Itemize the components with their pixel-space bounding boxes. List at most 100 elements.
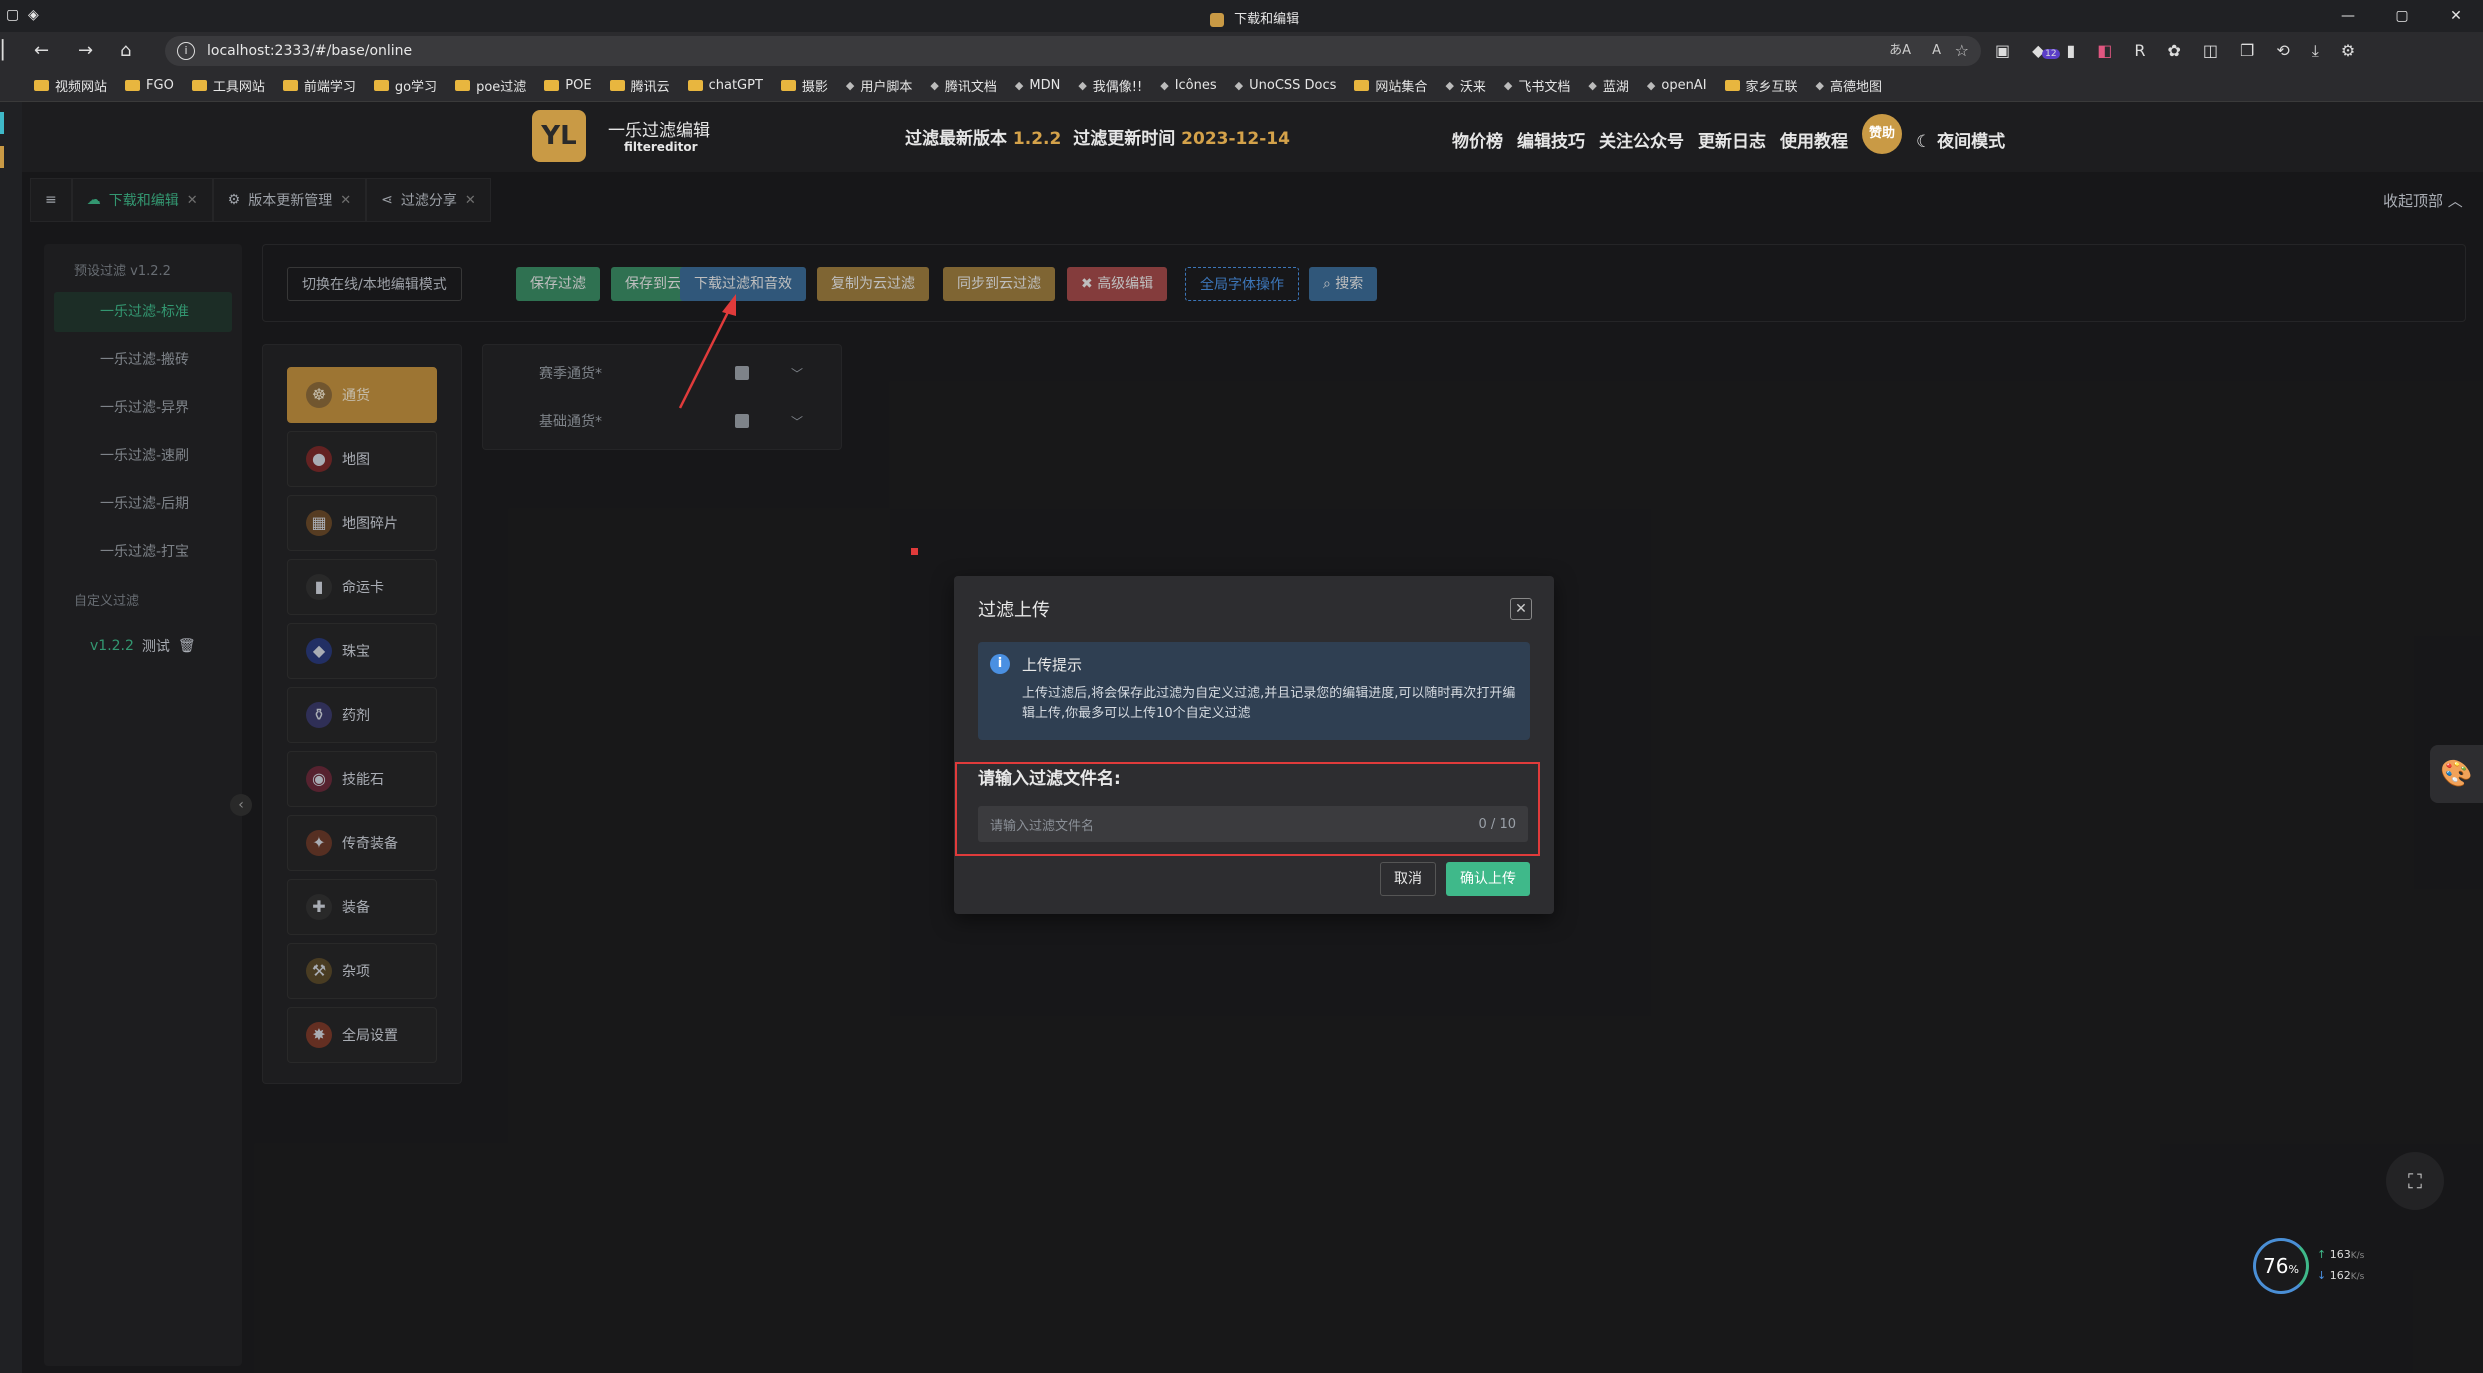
history-icon[interactable]: ⟲ [2276,41,2289,61]
app-logo: YL [532,110,586,162]
site-info-icon[interactable]: i [177,42,195,60]
night-mode-toggle[interactable]: ☾ 夜间模式 [1916,127,2005,152]
folder-icon [34,80,49,91]
bookmark-folder[interactable]: 摄影 [780,76,828,95]
bookmark-link[interactable]: ◆ 蓝湖 [1588,76,1628,95]
folder-icon [191,80,207,91]
nav-tutorial[interactable]: 使用教程 [1780,127,1848,152]
side-strip-indicator [0,146,4,168]
extension-icon[interactable]: ▣ [1995,41,2010,61]
nav-price-list[interactable]: 物价榜 [1452,127,1503,152]
split-screen-icon[interactable]: ◫ [2203,41,2218,61]
bookmark-label: 家乡互联 [1745,80,1798,95]
bookmark-label: 腾讯云 [630,80,670,95]
fullscreen-button[interactable]: ⛶ [2386,1152,2444,1210]
extension-icon[interactable]: R [2134,41,2145,61]
read-aloud-icon[interactable]: A [1932,36,1941,66]
bookmark-folder[interactable]: chatGPT [687,78,763,93]
bookmark-folder[interactable]: POE [544,78,592,93]
bookmark-label: 前端学习 [303,80,356,95]
bookmark-label: 我偶像!! [1092,80,1143,95]
info-icon: i [990,654,1010,674]
usage-unit: % [2288,1263,2299,1276]
bookmark-link[interactable]: ◆ 腾讯文档 [930,76,996,95]
nav-follow[interactable]: 关注公众号 [1599,127,1684,152]
sponsor-avatar[interactable]: 赞助 [1862,114,1902,154]
bookmark-link[interactable]: ◆ 沃来 [1445,76,1485,95]
translate-icon[interactable]: あA [1889,36,1911,66]
palette-icon: 🎨 [2440,759,2473,789]
theme-palette-button[interactable]: 🎨 [2430,745,2483,803]
nav-changelog[interactable]: 更新日志 [1698,127,1766,152]
back-button[interactable]: ← [34,40,49,61]
speed-unit: K/s [2350,1272,2365,1282]
bookmark-link[interactable]: ◆ 高德地图 [1816,76,1882,95]
bookmark-icon: ◆ [1503,79,1513,92]
update-label: 过滤更新时间 [1073,129,1176,149]
usage-gauge: 76% [2253,1238,2309,1294]
minimize-button[interactable]: — [2321,0,2375,32]
sidebar-toggle-icon[interactable]: ▏ [2,40,16,61]
bookmark-link[interactable]: ◆ 我偶像!! [1078,76,1142,95]
bookmark-icon: ◆ [930,79,939,92]
bookmark-folder[interactable]: FGO [125,78,174,93]
upload-speed: 163 [2329,1248,2351,1261]
forward-button[interactable]: → [78,40,93,61]
network-monitor: 76% ↑ 163K/s ↓ 162K/s [2253,1238,2364,1294]
dialog-close-button[interactable]: ✕ [1510,598,1532,620]
nav-edit-tips[interactable]: 编辑技巧 [1517,127,1585,152]
usage-percent: 76 [2263,1254,2289,1278]
bookmark-folder[interactable]: go学习 [373,76,437,95]
bookmark-label: 摄影 [801,80,828,95]
bookmark-link[interactable]: ◆ UnoCSS Docs [1235,78,1337,93]
address-bar[interactable]: i localhost:2333/#/base/online あA A ☆ [165,36,1981,66]
extensions-puzzle-icon[interactable]: ✿ [2168,41,2181,61]
close-window-button[interactable]: ✕ [2429,0,2483,32]
tab-favicon-icon [1210,12,1224,27]
bookmark-label: POE [565,78,592,93]
window-menu-icon[interactable]: ▢ [6,7,19,23]
bookmark-link[interactable]: ◆ Icônes [1160,78,1216,93]
bookmark-label: 沃来 [1459,80,1486,95]
bookmark-label: 腾讯文档 [944,80,997,95]
bookmark-link[interactable]: ◆ 飞书文档 [1504,76,1570,95]
folder-icon [125,80,141,91]
alert-description: 上传过滤后,将会保存此过滤为自定义过滤,并且记录您的编辑进度,可以随时再次打开编… [1022,686,1516,721]
workspaces-icon[interactable]: ◈ [28,7,39,23]
folder-icon [455,80,471,91]
bookmark-folder[interactable]: 家乡互联 [1724,76,1798,95]
version-label: 过滤最新版本 [905,129,1007,149]
char-counter: 0 / 10 [1478,816,1516,832]
bookmark-link[interactable]: ◆ openAI [1647,78,1707,93]
folder-icon [780,80,796,91]
bookmark-link[interactable]: ◆ 用户脚本 [846,76,912,95]
window-title-bar: ▢ ◈ 下载和编辑 — ▢ ✕ [0,0,2483,32]
bookmark-label: 高德地图 [1830,80,1883,95]
bookmark-folder[interactable]: 网站集合 [1354,76,1427,95]
collections-icon[interactable]: ❐ [2240,41,2254,61]
extension-icon[interactable]: ◧ [2097,41,2112,61]
bookmark-folder[interactable]: 视频网站 [34,76,107,95]
alert-title: 上传提示 [1022,656,1083,674]
upload-dialog: 过滤上传 ✕ i 上传提示 上传过滤后,将会保存此过滤为自定义过滤,并且记录您的… [954,576,1554,914]
filename-input[interactable]: 请输入过滤文件名 0 / 10 [978,806,1528,842]
cancel-button[interactable]: 取消 [1380,862,1436,896]
maximize-button[interactable]: ▢ [2375,0,2429,32]
bookmark-link[interactable]: ◆ MDN [1015,78,1060,93]
bookmark-folder[interactable]: 腾讯云 [609,76,670,95]
browser-toolbar: ▏ ← → ⌂ ↻ i localhost:2333/#/base/online… [0,32,2483,70]
extension-badge-icon[interactable]: ◆ 12 [2032,41,2060,61]
extension-icon[interactable]: ▮ [2066,41,2075,61]
bookmark-label: 工具网站 [212,80,265,95]
confirm-upload-button[interactable]: 确认上传 [1446,862,1530,896]
download-icon[interactable]: ⤓ [2312,41,2319,61]
bookmark-folder[interactable]: poe过滤 [455,76,526,95]
bookmark-folder[interactable]: 前端学习 [282,76,356,95]
bookmark-icon: ◆ [1588,79,1597,92]
bookmark-folder[interactable]: 工具网站 [191,76,265,95]
bookmark-label: openAI [1661,78,1707,93]
home-icon[interactable]: ⌂ [120,40,131,61]
settings-icon[interactable]: ⚙ [2341,41,2355,61]
favorite-star-icon[interactable]: ☆ [1955,36,1969,66]
download-speed: 162 [2329,1269,2351,1282]
